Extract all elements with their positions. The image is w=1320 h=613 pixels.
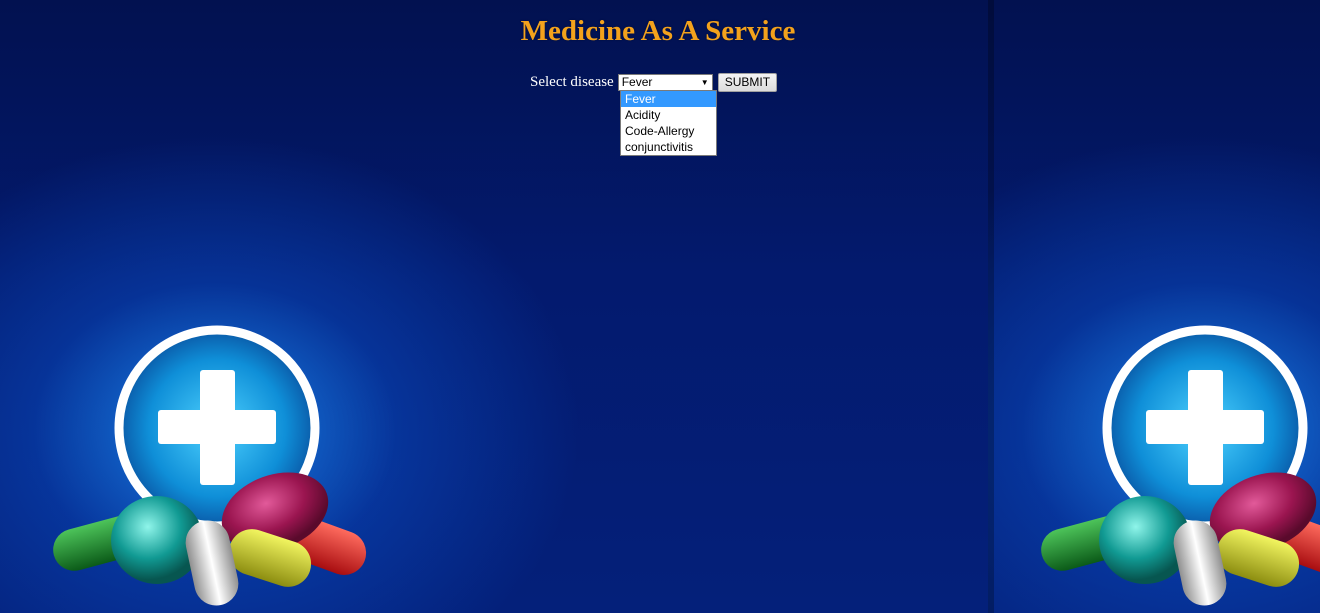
page-title: Medicine As A Service: [520, 15, 796, 47]
medical-pills-icon: [1041, 325, 1320, 606]
disease-select-value: Fever: [621, 74, 653, 89]
background-tile-right: [988, 0, 1320, 613]
select-disease-label: Select disease: [530, 73, 614, 90]
option-acidity[interactable]: Acidity: [621, 107, 716, 123]
option-conjunctivitis[interactable]: conjunctivitis: [621, 139, 716, 155]
disease-select[interactable]: Fever ▼: [617, 73, 713, 91]
option-code-allergy[interactable]: Code-Allergy: [621, 123, 716, 139]
submit-button[interactable]: SUBMIT: [717, 72, 778, 92]
background-tile-left: [0, 0, 988, 613]
medical-pills-icon: [53, 325, 367, 606]
disease-options-list: Fever Acidity Code-Allergy conjunctiviti…: [620, 90, 717, 156]
option-fever[interactable]: Fever: [621, 91, 716, 107]
chevron-down-icon: ▼: [700, 77, 709, 87]
